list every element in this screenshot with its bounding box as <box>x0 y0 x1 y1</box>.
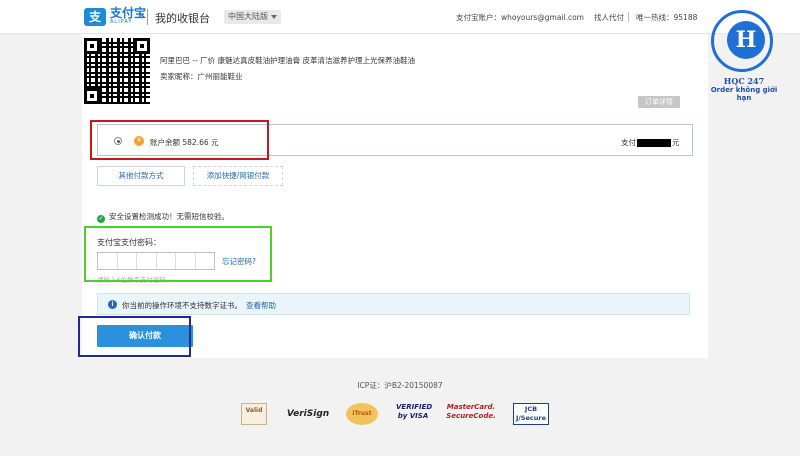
qr-corner <box>84 88 100 104</box>
hotline: 唯一热线：95188 <box>636 13 698 22</box>
alipay-logo[interactable]: 支付宝 ALIPAY <box>110 7 146 26</box>
header-divider <box>147 9 148 25</box>
icp-license: ICP证：沪B2-20150087 <box>357 381 443 390</box>
proxy-pay-link[interactable]: 找人代付 <box>594 12 624 23</box>
itrust-badge: iTrust <box>346 403 378 425</box>
mastercard-securecode-badge: MasterCard. SecureCode. <box>446 403 496 420</box>
watermark-name: HQC 247 <box>723 76 765 86</box>
view-help-link[interactable]: 查看帮助 <box>246 301 276 310</box>
region-label: 中国大陆版 <box>228 12 268 21</box>
top-header: 支 支付宝 ALIPAY 我的收银台 中国大陆版 支付宝账户：whoyours@… <box>0 0 800 34</box>
alipay-logo-icon: 支 <box>84 8 106 26</box>
cashier-panel: 阿里巴巴 -- 厂价 康魅达真皮鞋油护理油膏 皮革清洁滋养护理上光保养油鞋油 卖… <box>78 34 708 358</box>
watermark-letter: H <box>727 21 765 59</box>
chevron-down-icon <box>271 14 277 19</box>
region-dropdown[interactable]: 中国大陆版 <box>224 10 281 24</box>
pay-unit: 元 <box>672 138 680 147</box>
seller-nickname: 卖家昵称：广州丽能鞋业 <box>160 72 243 81</box>
confirm-highlight-frame <box>78 316 191 357</box>
pay-amount: 支付 元 <box>621 137 680 148</box>
add-card-button[interactable]: 添加快捷/网银付款 <box>193 166 283 186</box>
order-name: 阿里巴巴 -- 厂价 康魅达真皮鞋油护理油膏 皮革清洁滋养护理上光保养油鞋油 <box>160 56 415 65</box>
verified-by-visa-badge: VERIFIED by VISA <box>396 403 433 420</box>
check-icon: ✓ <box>97 215 105 223</box>
security-check-message: ✓ 安全设置检测成功！无需短信校验。 <box>97 211 229 223</box>
other-payment-button[interactable]: 其他付款方式 <box>97 166 185 186</box>
hqc247-watermark: H HQC 247 Order không giới hạn <box>704 8 784 102</box>
security-badges: Valid VeriSign iTrust VERIFIED by VISA M… <box>238 403 558 427</box>
watermark-ring-icon: H <box>711 10 773 72</box>
order-detail-tab[interactable]: 订单详情 <box>638 96 680 108</box>
qr-code <box>84 38 150 104</box>
jcb-jsecure-badge: JCB J/Secure <box>513 403 549 425</box>
account-info: 支付宝账户：whoyours@gmail.com <box>456 13 584 22</box>
balance-highlight-frame <box>90 120 269 160</box>
watermark-tagline: Order không giới hạn <box>710 86 778 102</box>
info-icon: i <box>108 300 117 309</box>
pay-label: 支付 <box>621 138 636 147</box>
certificate-message: 你当前的操作环境不支持数字证书。 <box>122 301 242 310</box>
verisign-badge: VeriSign <box>286 409 330 419</box>
page-title: 我的收银台 <box>155 12 210 25</box>
logo-en: ALIPAY <box>110 19 133 25</box>
valid-badge: Valid <box>241 403 267 425</box>
qr-corner <box>84 38 100 54</box>
certificate-text: 你当前的操作环境不支持数字证书。 查看帮助 <box>122 300 276 311</box>
security-text: 安全设置检测成功！无需短信校验。 <box>109 212 229 221</box>
logo-cn: 支付宝 <box>110 6 147 20</box>
password-highlight-frame <box>84 226 272 282</box>
redacted-amount <box>637 139 671 147</box>
certificate-notice: i 你当前的操作环境不支持数字证书。 查看帮助 <box>97 293 690 315</box>
header-link-divider <box>628 12 629 22</box>
qr-corner <box>134 38 150 54</box>
